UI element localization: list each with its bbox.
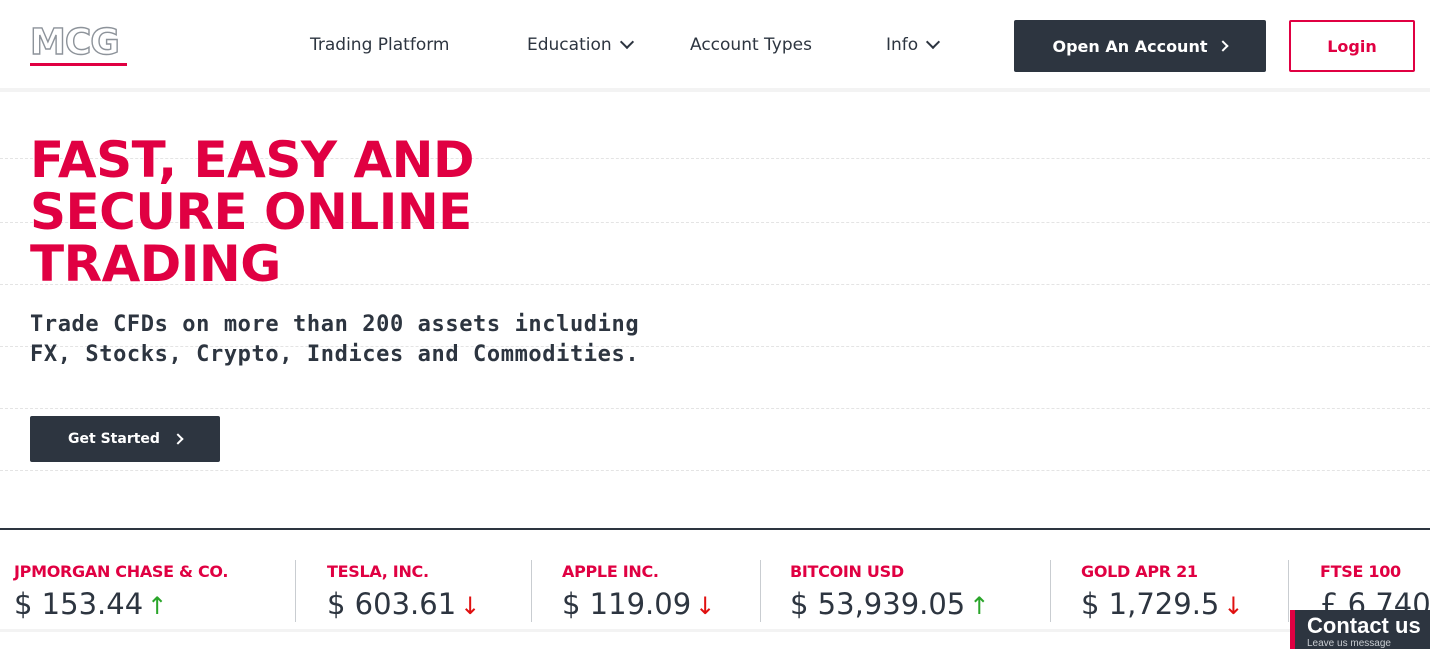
ticker-name: BITCOIN USD [790, 562, 904, 581]
nav-trading-platform[interactable]: Trading Platform [310, 34, 449, 56]
get-started-button[interactable]: Get Started [30, 416, 220, 462]
arrow-up-icon: ↑ [969, 592, 990, 620]
get-started-label: Get Started [68, 431, 160, 447]
contact-title: Contact us [1307, 613, 1421, 638]
ticker-name: JPMORGAN CHASE & CO. [14, 562, 229, 581]
arrow-up-icon: ↑ [147, 592, 168, 620]
logo-text: MCG [29, 22, 120, 63]
contact-us-widget[interactable]: Contact us Leave us message [1290, 610, 1430, 649]
nav-info-label: Info [886, 35, 919, 55]
hero-title-line: FAST, EASY AND [30, 131, 475, 189]
nav-education[interactable]: Education [527, 34, 634, 56]
ticker-name: FTSE 100 [1320, 562, 1401, 581]
open-account-button[interactable]: Open An Account [1014, 20, 1266, 72]
ticker-price-value: $ 153.44 [14, 587, 144, 621]
ticker-price-value: $ 119.09 [562, 587, 692, 621]
ticker-divider [295, 560, 296, 622]
ticker-name: GOLD APR 21 [1081, 562, 1198, 581]
nav-education-label: Education [527, 35, 612, 55]
site-header: MCG Trading Platform Education Account T… [0, 0, 1430, 92]
hero-title-line: TRADING [30, 235, 281, 293]
ticker-price-value: $ 53,939.05 [790, 587, 966, 621]
ticker-divider [531, 560, 532, 622]
chevron-right-icon [172, 433, 184, 445]
ticker-divider [760, 560, 761, 622]
ticker-item[interactable]: TESLA, INC. $ 603.61 ↓ [327, 562, 480, 623]
ticker-price: $ 153.44 ↑ [14, 587, 228, 623]
hero-title: FAST, EASY AND SECURE ONLINE TRADING [30, 134, 590, 290]
chevron-down-icon [926, 34, 941, 50]
ticker-divider [1288, 560, 1289, 622]
arrow-down-icon: ↓ [695, 592, 716, 620]
ticker-price-value: $ 1,729.5 [1081, 587, 1220, 621]
page-bottom-strip [0, 629, 1430, 649]
ticker-item[interactable]: APPLE INC. $ 119.09 ↓ [562, 562, 715, 623]
hero-dashed-line [0, 408, 1430, 409]
ticker-item[interactable]: BITCOIN USD $ 53,939.05 ↑ [790, 562, 989, 623]
hero-dashed-line [0, 470, 1430, 471]
ticker-price: $ 119.09 ↓ [562, 587, 715, 623]
ticker-price: $ 53,939.05 ↑ [790, 587, 989, 623]
hero-subtitle: Trade CFDs on more than 200 assets inclu… [30, 312, 640, 367]
arrow-down-icon: ↓ [1223, 592, 1244, 620]
ticker-price: $ 1,729.5 ↓ [1081, 587, 1243, 623]
hero-title-line: SECURE ONLINE [30, 183, 472, 241]
login-button[interactable]: Login [1289, 20, 1415, 72]
ticker-name: TESLA, INC. [327, 562, 429, 581]
ticker-price: $ 603.61 ↓ [327, 587, 480, 623]
ticker-item[interactable]: GOLD APR 21 $ 1,729.5 ↓ [1081, 562, 1243, 623]
nav-account-types-label: Account Types [690, 35, 812, 55]
ticker-name: APPLE INC. [562, 562, 659, 581]
chevron-down-icon [619, 34, 634, 50]
hero-section: FAST, EASY AND SECURE ONLINE TRADING Tra… [0, 96, 1430, 528]
ticker-item[interactable]: JPMORGAN CHASE & CO. $ 153.44 ↑ [14, 562, 228, 623]
ticker-price-value: $ 603.61 [327, 587, 457, 621]
contact-subtitle: Leave us message [1307, 638, 1391, 649]
nav-account-types[interactable]: Account Types [690, 34, 812, 56]
logo-underline [30, 63, 127, 66]
price-ticker: JPMORGAN CHASE & CO. $ 153.44 ↑ TESLA, IN… [0, 528, 1430, 629]
ticker-divider [1050, 560, 1051, 622]
nav-trading-platform-label: Trading Platform [310, 35, 450, 55]
nav-info[interactable]: Info [886, 34, 941, 56]
arrow-down-icon: ↓ [460, 592, 481, 620]
chevron-right-icon [1217, 40, 1230, 52]
login-label: Login [1327, 36, 1377, 56]
mcg-logo[interactable]: MCG [29, 22, 128, 66]
open-account-label: Open An Account [1052, 36, 1208, 56]
